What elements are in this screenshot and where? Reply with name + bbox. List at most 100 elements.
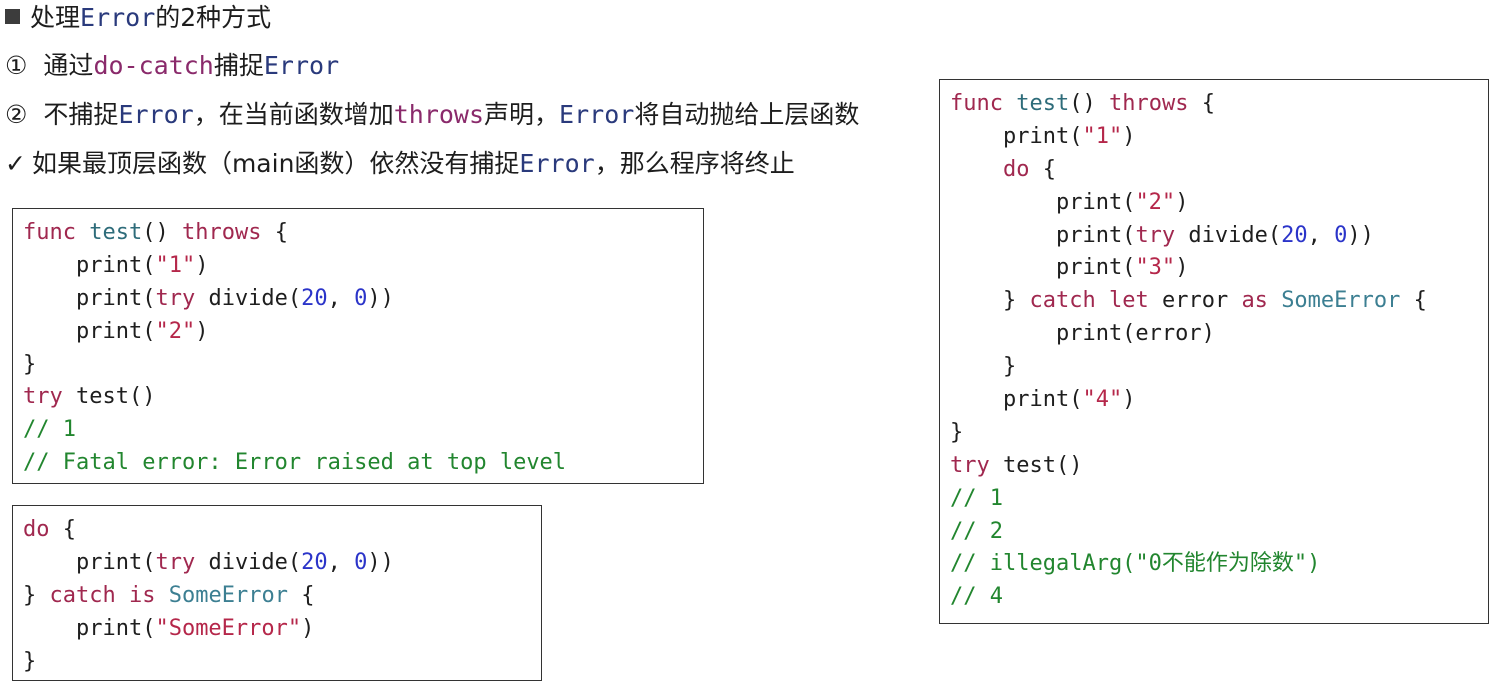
code-line: func test() throws { [950, 88, 1478, 121]
option-2-code-word-2: throws [393, 100, 485, 129]
code-token: SomeError [168, 582, 288, 608]
code-token: ) [1122, 387, 1136, 413]
code-token: SomeError [1281, 288, 1401, 314]
code-line: } [950, 417, 1478, 450]
option-2-marker: ② [5, 100, 28, 129]
code-token: } [950, 354, 1017, 380]
code-line: } [23, 349, 693, 382]
code-token: ) [1175, 255, 1189, 281]
code-token: let [1108, 288, 1149, 314]
code-token: { [287, 582, 315, 608]
code-token: 20 [1281, 222, 1308, 248]
code-line: // 2 [950, 516, 1478, 549]
code-token: } [950, 288, 1030, 314]
code-line: } [23, 646, 531, 679]
code-token: catch [1029, 288, 1096, 314]
code-token: ) [1175, 189, 1189, 215]
code-token: , [1307, 222, 1335, 248]
code-token: { [1188, 91, 1215, 116]
code-token: print( [23, 549, 156, 575]
code-line: // 1 [23, 414, 693, 447]
code-token: // Fatal error: Error raised at top leve… [23, 450, 567, 476]
code-line: print("1") [950, 121, 1478, 154]
code-token: print( [23, 318, 156, 344]
code-token: 20 [301, 549, 328, 575]
code-token: "4" [1082, 387, 1123, 413]
code-token: print( [950, 189, 1136, 215]
code-token: 0 [354, 285, 368, 311]
code-token: print( [950, 123, 1083, 149]
code-line: print("2") [950, 187, 1478, 220]
code-token: func [950, 91, 1003, 116]
code-token: // 1 [23, 417, 76, 443]
code-token: "1" [155, 252, 196, 278]
code-line: try test() [950, 450, 1478, 483]
code-line: // 1 [950, 483, 1478, 516]
code-token: 0 [354, 549, 368, 575]
code-token: divide( [195, 549, 302, 575]
code-token: try [155, 285, 196, 311]
code-token: test() [62, 384, 156, 410]
heading-code-word: Error [80, 3, 156, 32]
option-2-code-word: Error [118, 100, 194, 129]
code-line: func test() throws { [23, 217, 693, 250]
section-heading: 处理Error的2种方式 [5, 1, 271, 35]
code-block-throws-uncaught: func test() throws { print("1") print(tr… [12, 208, 704, 484]
code-line: print("SomeError") [23, 613, 531, 646]
code-token: // 1 [950, 485, 1003, 511]
code-token: } [950, 419, 964, 445]
code-token: do [23, 517, 50, 542]
code-line: do { [950, 154, 1478, 187]
code-token: error [1148, 288, 1242, 314]
code-token: () [142, 220, 182, 245]
code-line: print(try divide(20, 0)) [23, 547, 531, 580]
code-token: { [49, 517, 76, 542]
code-token: try [23, 384, 63, 410]
code-token: ) [1122, 123, 1136, 149]
note-line: ✓ 如果最顶层函数（main函数）依然没有捕捉Error，那么程序将终止 [5, 147, 795, 181]
code-token: divide( [1175, 222, 1282, 248]
code-token: "2" [155, 318, 196, 344]
code-line: print(error) [950, 318, 1478, 351]
code-token: 20 [301, 285, 328, 311]
note-text-before: 如果最顶层函数（main函数）依然没有捕捉 [31, 149, 520, 178]
code-token: throws [181, 220, 262, 245]
square-bullet-icon [5, 9, 20, 24]
code-token: func [23, 220, 76, 245]
code-line: print("2") [23, 316, 693, 349]
option-2-text-before: 不捕捉 [43, 100, 119, 129]
code-block-do-catch: do { print(try divide(20, 0))} catch is … [12, 505, 542, 681]
code-token: } [23, 582, 50, 608]
code-token: , [327, 285, 355, 311]
code-line: // 4 [950, 581, 1478, 614]
code-line: try test() [23, 381, 693, 414]
option-1-code-word-2: Error [263, 51, 340, 80]
code-token: { [1400, 288, 1427, 314]
code-line: print(try divide(20, 0)) [23, 283, 693, 316]
code-token: // illegalArg("0不能作为除数") [950, 551, 1321, 577]
code-line: do { [23, 514, 531, 547]
option-2-text-middle-2: 声明， [484, 100, 560, 129]
code-token: divide( [195, 285, 302, 311]
code-token: "1" [1082, 123, 1123, 149]
code-token: )) [367, 549, 394, 575]
code-line: } catch is SomeError { [23, 580, 531, 613]
code-token: test [89, 220, 143, 245]
option-1-text-middle: 捕捉 [213, 51, 264, 80]
code-token: "3" [1135, 255, 1176, 281]
option-1-marker: ① [5, 51, 28, 80]
code-token: throws [1108, 91, 1189, 116]
code-token: print( [23, 615, 156, 641]
code-token: )) [367, 285, 394, 311]
code-line: print(try divide(20, 0)) [950, 220, 1478, 253]
code-token: { [1029, 156, 1056, 182]
code-token: )) [1347, 222, 1374, 248]
heading-text-after: 的2种方式 [155, 3, 272, 32]
code-token: as [1241, 288, 1268, 314]
code-token: print(error) [950, 321, 1215, 347]
code-token: test() [989, 452, 1083, 478]
option-2-text-after: 将自动抛给上层函数 [634, 100, 860, 129]
